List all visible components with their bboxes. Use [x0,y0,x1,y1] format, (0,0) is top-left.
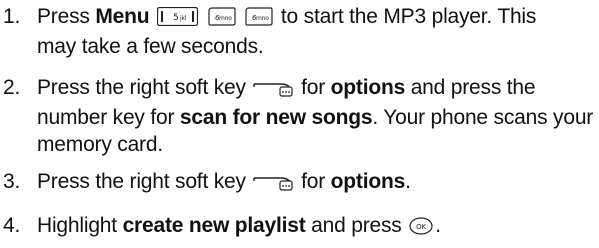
step-text: to start the MP3 player. This [280,5,537,28]
svg-text:mno: mno [219,15,232,22]
create-playlist-label: create new playlist [122,214,306,237]
step-text: Highlight [37,214,117,237]
step-text: and press [311,214,402,237]
right-soft-key-icon [253,171,294,198]
step-text: Press the right soft key [37,170,246,193]
key-5-label: 5 [173,13,179,23]
step-text: Press the right soft key [37,76,246,99]
step-number: 4. [3,214,21,237]
step-number: 3. [3,170,21,193]
menu-label: Menu [95,5,150,28]
step-text: for [301,170,325,193]
instruction-page: 1. Press Menu 5 jkl 6 mno 6 mno to start… [0,0,599,248]
key-5-icon: 5 jkl [156,6,199,33]
ok-key-label: OK [416,223,426,231]
step-text: and press the [410,76,536,99]
options-label: options [330,76,406,99]
scan-label: scan for new songs [179,106,373,129]
svg-text:jkl: jkl [179,15,187,22]
step-text: number key for [37,106,175,129]
step-number: 2. [3,76,21,99]
options-label: options [330,170,406,193]
step-text: Press [37,5,90,28]
svg-text:mno: mno [256,15,269,22]
step-text: . Your phone scans your [372,106,594,129]
key-6-icon: 6 mno [208,6,236,33]
step-text: . [405,170,411,193]
step-number: 1. [3,5,21,28]
key-6-icon: 6 mno [245,6,273,33]
step-text: memory card. [37,133,163,156]
ok-key-icon: OK [409,215,433,242]
step-text: may take a few seconds. [37,35,264,58]
step-text: . [435,214,441,237]
right-soft-key-icon [253,77,294,104]
step-text: for [301,76,325,99]
